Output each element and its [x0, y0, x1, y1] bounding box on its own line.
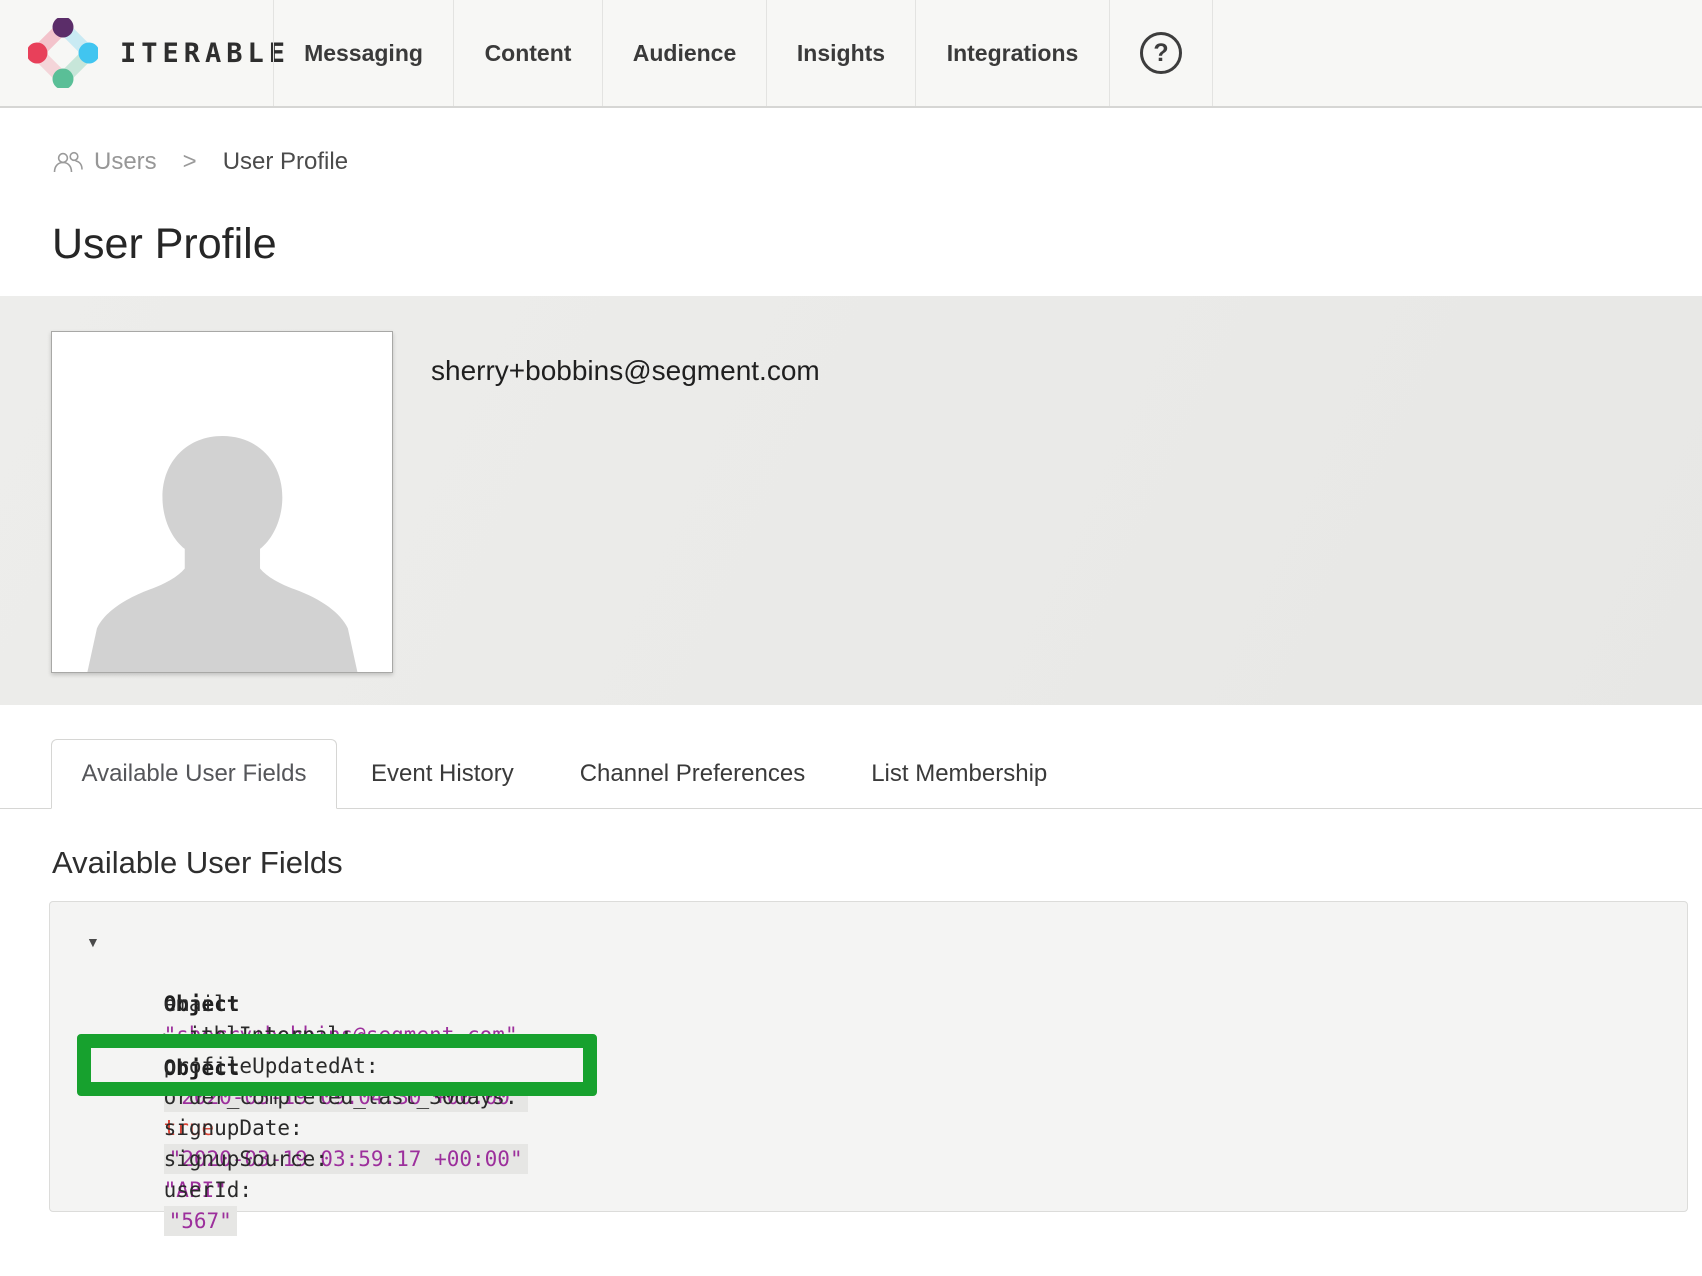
nav-item-messaging[interactable]: Messaging [273, 0, 453, 106]
nav-item-content[interactable]: Content [453, 0, 602, 106]
user-email: sherry+bobbins@segment.com [431, 355, 820, 705]
person-silhouette-icon [83, 367, 362, 673]
nav-item-integrations[interactable]: Integrations [915, 0, 1109, 106]
avatar [51, 331, 393, 673]
json-key-userid: userId: [164, 1178, 253, 1202]
help-icon: ? [1140, 32, 1182, 74]
chevron-right-icon: > [183, 148, 197, 176]
page-title: User Profile [52, 220, 1702, 269]
tab-channel-preferences[interactable]: Channel Preferences [548, 740, 837, 808]
top-nav: ITERABLE Messaging Content Audience Insi… [0, 0, 1702, 108]
json-row-itblinternal: ▶itblInternal: Object [50, 989, 1687, 1020]
profile-hero: sherry+bobbins@segment.com [0, 296, 1702, 705]
breadcrumb: Users > User Profile [52, 148, 1702, 176]
section-heading: Available User Fields [52, 845, 1702, 881]
json-row-signupsource: signupSource: "API" [50, 1113, 1687, 1144]
breadcrumb-current: User Profile [223, 148, 348, 176]
users-icon [52, 150, 84, 174]
tab-list-membership[interactable]: List Membership [839, 740, 1079, 808]
tab-event-history[interactable]: Event History [339, 740, 546, 808]
breadcrumb-users-label: Users [94, 148, 157, 176]
annotation-highlight-box [77, 1034, 597, 1096]
user-fields-object-viewer: ▼ Object email: "sherry+bobbins@segment.… [49, 901, 1688, 1212]
breadcrumb-users-link[interactable]: Users [52, 148, 157, 176]
brand-wordmark: ITERABLE [120, 38, 290, 69]
iterable-logo[interactable]: ITERABLE [0, 0, 273, 106]
profile-tabs: Available User Fields Event History Chan… [0, 739, 1702, 809]
json-value-userid: "567" [164, 1206, 237, 1236]
json-row-email: email: "sherry+bobbins@segment.com" [50, 958, 1687, 989]
help-button[interactable]: ? [1109, 0, 1213, 106]
iterable-diamond-icon [28, 18, 98, 88]
json-row-root: ▼ Object [50, 927, 1687, 958]
nav-item-audience[interactable]: Audience [602, 0, 766, 106]
json-row-userid: userId: "567" [50, 1144, 1687, 1175]
nav-item-insights[interactable]: Insights [766, 0, 915, 106]
caret-expanded-icon[interactable]: ▼ [86, 927, 100, 958]
tab-available-user-fields[interactable]: Available User Fields [51, 739, 337, 809]
